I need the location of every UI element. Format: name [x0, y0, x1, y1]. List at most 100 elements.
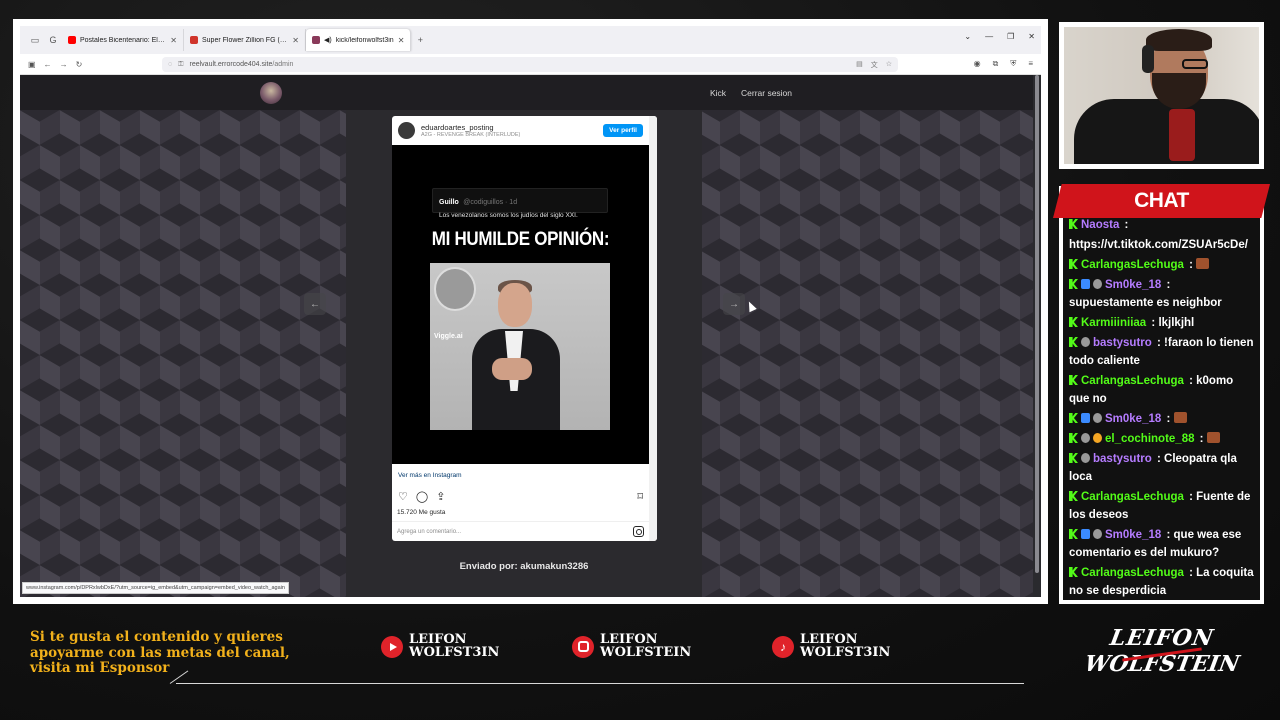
social-tiktok: ♪ LEIFON WOLFST3IN [772, 633, 890, 659]
account-icon[interactable]: ◉ [974, 59, 981, 69]
previous-arrow-icon[interactable]: ← [304, 293, 326, 315]
kick-badge-icon [1069, 279, 1078, 289]
scrollbar-thumb[interactable] [1035, 75, 1039, 573]
tweet-author: Guillo [439, 199, 459, 206]
chat-username[interactable]: Karmiiiniiaa [1081, 317, 1146, 329]
extensions-icon[interactable]: ⧉ [993, 59, 999, 69]
person-head [498, 283, 532, 327]
instagram-embed: eduardoartes_posting A2G - REVENGE BREAK… [392, 116, 657, 541]
video-inset-avatar [434, 267, 476, 311]
tab-title: kick/leifonwolfst3in [335, 36, 394, 44]
kick-badge-icon [1069, 219, 1078, 229]
restore-icon[interactable]: ❐ [1007, 32, 1014, 41]
chat-username[interactable]: bastysutro [1093, 337, 1152, 349]
tab-super-flower[interactable]: Super Flower Zillion FG (SF-125 ✕ [184, 29, 306, 51]
bookmark-star-icon[interactable]: ☆ [886, 60, 892, 70]
chat-username[interactable]: CarlangasLechuga [1081, 567, 1184, 579]
site-favicon-icon [312, 36, 320, 44]
kick-badge-icon [1069, 375, 1078, 385]
tab-kick[interactable]: ◀) kick/leifonwolfst3in ✕ [306, 29, 412, 51]
reader-icon[interactable]: ▤ [856, 60, 863, 70]
chat-message: https://vt.tiktok.com/ZSUAr5cDe/ [1069, 236, 1256, 254]
close-icon[interactable]: ✕ [398, 36, 405, 45]
instagram-username[interactable]: eduardoartes_posting [421, 123, 520, 132]
audio-subtitle[interactable]: A2G - REVENGE BREAK (INTERLUDE) [421, 132, 520, 138]
address-bar[interactable]: ◌ ⚿ reelvault.errorcode404.site/admin ▤ … [162, 57, 898, 72]
bookmark-icon[interactable]: ⌑ [637, 490, 643, 503]
chat-username[interactable]: CarlangasLechuga [1081, 375, 1184, 387]
share-icon[interactable]: ⇪ [436, 490, 445, 503]
embed-scrollbar[interactable] [649, 116, 657, 541]
minimize-icon[interactable]: — [985, 32, 993, 41]
google-icon[interactable]: G [44, 35, 62, 45]
chat-username[interactable]: Sm0ke_18 [1105, 413, 1161, 425]
chat-banner-wrapper: CHAT [1053, 184, 1270, 218]
tab-title: Super Flower Zillion FG (SF-125 [202, 36, 289, 44]
shield-extension-icon[interactable]: ⛨ [1010, 59, 1016, 69]
chat-panel: Naosta : https://vt.tiktok.com/ZSUAr5cDe… [1063, 190, 1260, 600]
instagram-icon [572, 635, 594, 658]
webcam-feed [1064, 27, 1259, 164]
chat-username[interactable]: el_cochinote_88 [1105, 433, 1194, 445]
reload-icon[interactable]: ↻ [76, 60, 83, 69]
tiktok-icon: ♪ [772, 635, 794, 658]
youtube-icon [381, 635, 403, 658]
comment-row: Agrega un comentario... [392, 521, 649, 541]
comment-icon[interactable]: ◯ [416, 490, 428, 503]
instagram-actions: ♡ ◯ ⇪ [398, 490, 445, 503]
shield-icon[interactable]: ◌ [168, 61, 172, 68]
heart-icon[interactable]: ♡ [398, 490, 408, 503]
social-instagram: LEIFON WOLFSTEIN [572, 633, 691, 659]
nav-kick-link[interactable]: Kick [710, 88, 726, 98]
chat-username[interactable]: Sm0ke_18 [1105, 529, 1161, 541]
close-icon[interactable]: ✕ [292, 36, 299, 45]
speaker-icon[interactable]: ◀) [324, 36, 332, 44]
close-window-icon[interactable]: ✕ [1028, 32, 1035, 41]
view-profile-button[interactable]: Ver perfil [603, 124, 643, 137]
new-tab-button[interactable]: + [411, 35, 429, 45]
close-icon[interactable]: ✕ [170, 36, 177, 45]
next-arrow-icon[interactable]: → [723, 293, 745, 315]
chat-username[interactable]: bastysutro [1093, 453, 1152, 465]
social-youtube: LEIFON WOLFST3IN [381, 633, 499, 659]
tab-postales[interactable]: Postales Bicentenario: El psicop ✕ [62, 29, 184, 51]
chevron-down-icon[interactable]: ⌄ [964, 32, 971, 41]
headset [1142, 45, 1154, 73]
forward-icon[interactable]: → [60, 60, 68, 69]
gift-badge-icon [1093, 433, 1102, 443]
chat-username[interactable]: Naosta [1081, 219, 1119, 231]
mod-badge-icon [1093, 413, 1102, 423]
chat-username[interactable]: CarlangasLechuga [1081, 491, 1184, 503]
chat-text: lkjlkjhl [1158, 317, 1195, 329]
chat-text: https://vt.tiktok.com/ZSUAr5cDe/ [1069, 239, 1248, 251]
avatar[interactable] [398, 122, 415, 139]
view-more-link[interactable]: Ver más en Instagram [398, 472, 462, 479]
navigation-bar: ▣ ← → ↻ ◌ ⚿ reelvault.errorcode404.site/… [20, 54, 1041, 75]
menu-icon[interactable]: ≡ [1028, 59, 1033, 69]
chat-message: CarlangasLechuga : La coquita no se desp… [1069, 564, 1256, 600]
kick-badge-icon [1069, 453, 1078, 463]
instagram-video[interactable]: Guillo @codiguillos · 1d Los venezolanos… [392, 145, 649, 464]
comment-input[interactable]: Agrega un comentario... [397, 529, 633, 535]
watermark: Viggle.ai [434, 333, 463, 340]
tweet-card: Guillo @codiguillos · 1d Los venezolanos… [432, 188, 608, 219]
chat-username[interactable]: Sm0ke_18 [1105, 279, 1161, 291]
chat-message: Karmiiiniiaa : lkjlkjhl [1069, 314, 1256, 332]
translate-icon[interactable]: 文 [871, 60, 878, 70]
chat-message: Sm0ke_18 : supuestamente es neighbor [1069, 276, 1256, 312]
sub-badge-icon [1081, 529, 1090, 539]
logout-link[interactable]: Cerrar sesion [741, 88, 792, 98]
site-logo[interactable] [260, 82, 282, 104]
page-scrollbar[interactable] [1033, 75, 1041, 597]
chat-separator: : [1163, 279, 1171, 291]
emote-icon [1206, 432, 1220, 443]
sidebar-icon[interactable]: ▣ [28, 60, 36, 69]
lock-icon[interactable]: ⚿ [178, 61, 183, 69]
tab-list-icon[interactable]: ▭ [26, 35, 44, 46]
instagram-logo-icon[interactable] [633, 526, 644, 537]
back-icon[interactable]: ← [44, 60, 52, 69]
chat-message: el_cochinote_88 : [1069, 430, 1256, 448]
tweet-text: Los venezolanos somos los judíos del sig… [439, 212, 578, 219]
chat-username[interactable]: CarlangasLechuga [1081, 259, 1184, 271]
site-favicon-icon [190, 36, 198, 44]
